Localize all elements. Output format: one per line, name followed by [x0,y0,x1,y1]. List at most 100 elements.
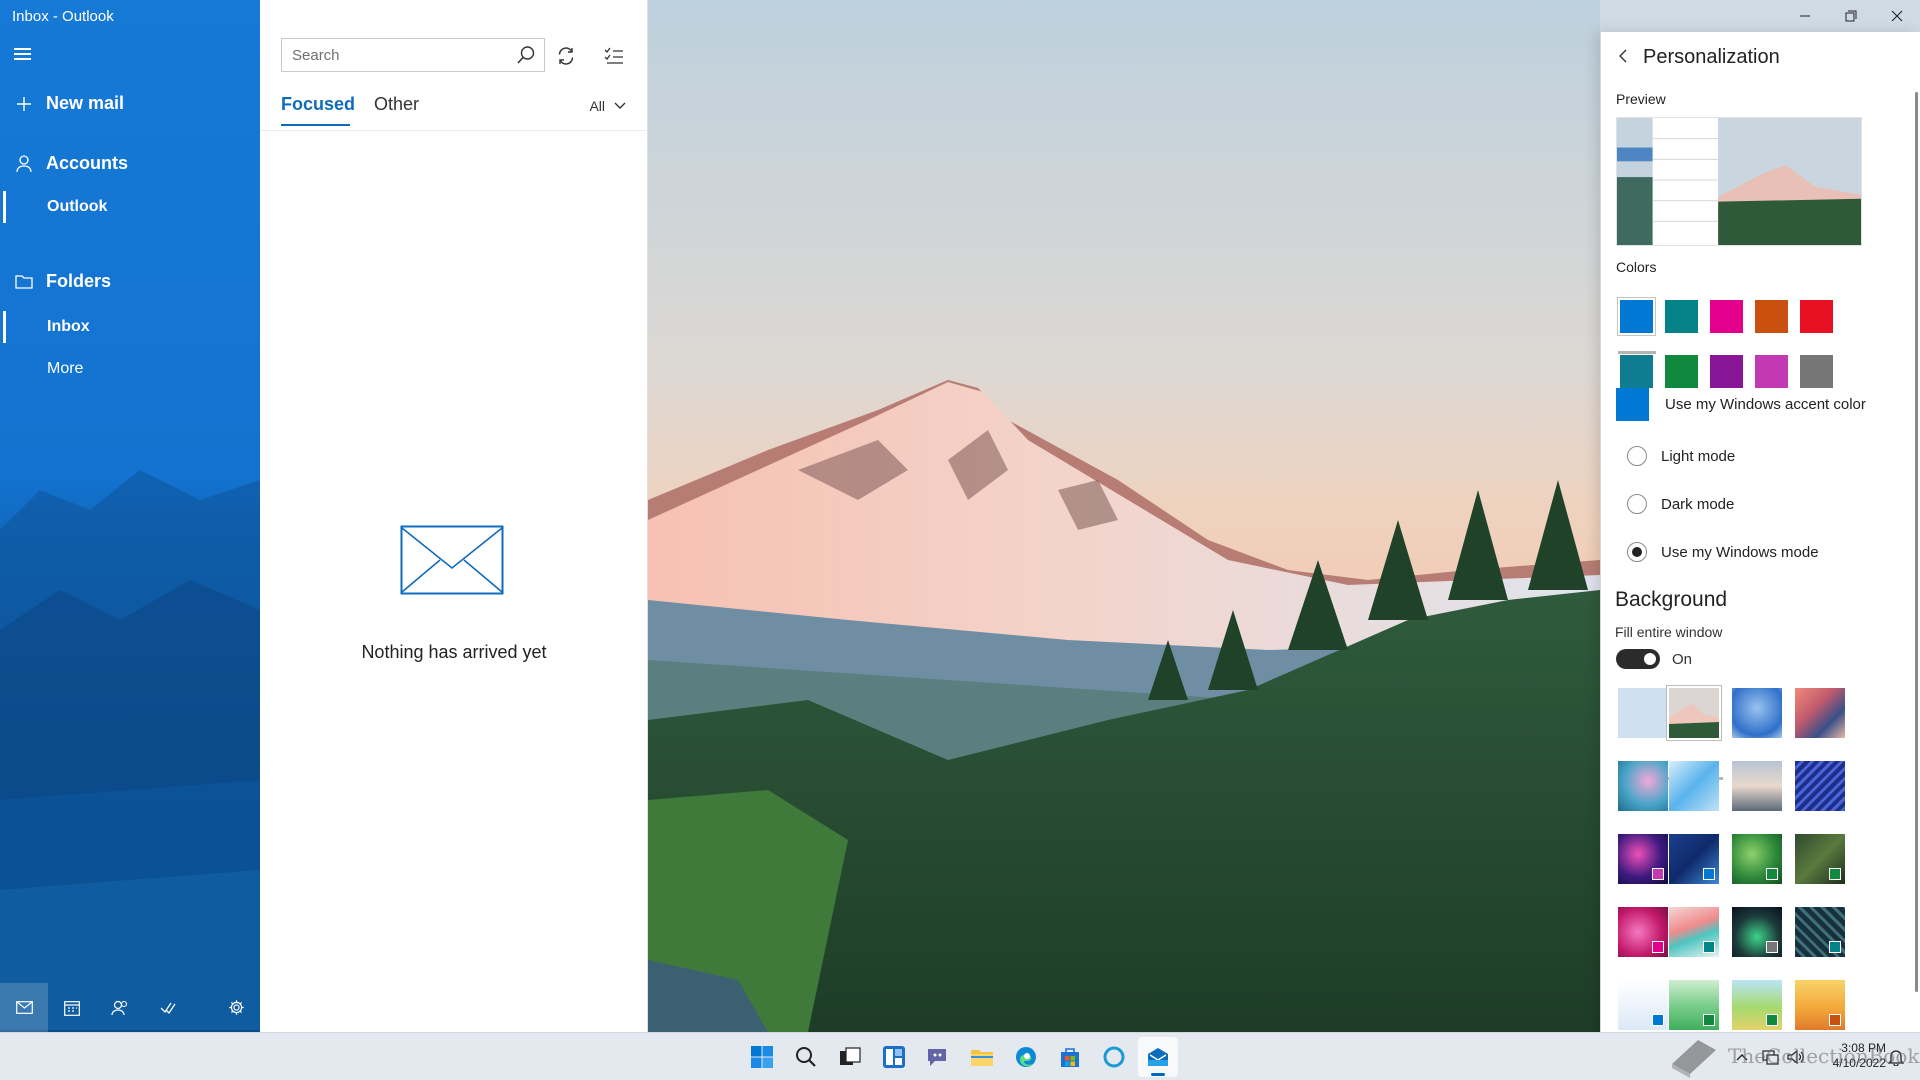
color-swatch[interactable] [1755,355,1788,388]
selection-mode-button[interactable] [600,42,628,70]
window-title: Inbox - Outlook [12,8,114,25]
background-thumbnail-green-hills[interactable] [1669,980,1719,1030]
colors-label: Colors [1616,259,1657,275]
people-switch-button[interactable] [96,983,144,1032]
light-mode-radio[interactable]: Light mode [1627,446,1735,466]
mail-switch-button[interactable] [0,983,48,1032]
widgets-button[interactable] [874,1037,914,1077]
tab-other[interactable]: Other [374,94,419,115]
background-thumbnail-aurora[interactable] [1732,907,1782,957]
more-label: More [47,360,84,377]
hamburger-line [14,58,31,60]
back-button[interactable] [1611,44,1635,68]
checklist-icon [604,47,623,64]
color-swatch[interactable] [1800,355,1833,388]
folders-header[interactable]: Folders [14,271,111,292]
color-swatch[interactable] [1618,298,1655,335]
color-swatch[interactable] [1755,300,1788,333]
file-explorer-button[interactable] [962,1037,1002,1077]
windows-mode-radio[interactable]: Use my Windows mode [1627,542,1819,562]
background-thumbnail-mountain[interactable] [1669,688,1719,738]
mail-app-button[interactable] [1138,1037,1178,1077]
close-button[interactable] [1874,0,1920,32]
background-thumbnail-dark-blue[interactable] [1669,834,1719,884]
windows-accent-color-option[interactable]: Use my Windows accent color [1616,388,1866,421]
panel-scrollbar[interactable] [1915,92,1918,992]
minimize-button[interactable] [1782,0,1828,32]
accent-mark [1652,1014,1664,1026]
close-icon [1891,10,1903,22]
task-view-icon [840,1047,861,1065]
toggle-state-label: On [1672,651,1693,668]
background-thumbnail-abstract-pink[interactable] [1618,761,1668,811]
color-swatch[interactable] [1665,300,1698,333]
panel-title: Personalization [1643,46,1780,68]
fill-window-toggle[interactable] [1616,649,1660,669]
color-swatch[interactable] [1710,355,1743,388]
background-thumbnail-spring[interactable] [1732,980,1782,1030]
search-icon [796,1047,816,1067]
background-thumbnail-neon[interactable] [1618,834,1668,884]
filter-dropdown[interactable]: All [589,98,627,114]
chevron-down-icon [614,102,626,109]
radio-button[interactable] [1627,542,1647,562]
task-view-button[interactable] [830,1037,870,1077]
background-thumbnail-winter[interactable] [1618,980,1668,1030]
sync-button[interactable] [552,42,580,70]
background-thumbnail-canyon[interactable] [1795,688,1845,738]
background-thumbnail-coral[interactable] [1669,907,1719,957]
account-item-outlook[interactable]: Outlook [0,187,260,227]
hamburger-line [14,48,31,50]
search-input[interactable]: Search [292,47,534,64]
accent-mark [1829,1014,1841,1026]
background-thumbnail-blue-waves[interactable] [1795,761,1845,811]
background-thumbnail-autumn[interactable] [1795,980,1845,1030]
color-swatch[interactable] [1665,355,1698,388]
restore-button[interactable] [1828,0,1874,32]
background-thumbnail-blue-tree[interactable] [1732,688,1782,738]
background-mountain-image [648,0,1600,1032]
store-button[interactable] [1050,1037,1090,1077]
settings-button[interactable] [212,983,260,1032]
sync-icon [558,47,574,65]
search-icon[interactable] [516,45,536,70]
folder-item-more[interactable]: More [0,349,260,389]
search-box[interactable]: Search [281,38,545,72]
accounts-header[interactable]: Accounts [14,153,128,174]
color-swatch[interactable] [1620,355,1653,388]
color-swatch[interactable] [1710,300,1743,333]
start-button[interactable] [742,1037,782,1077]
background-thumbnail-light-blue[interactable] [1669,761,1719,811]
cortana-button[interactable] [1094,1037,1134,1077]
todo-switch-button[interactable] [144,983,192,1032]
accent-option-label: Use my Windows accent color [1665,396,1866,413]
background-thumbnail-green-leaves[interactable] [1732,834,1782,884]
cortana-icon [1103,1046,1125,1068]
calendar-icon [64,1000,80,1016]
message-list-pane: Search Focused Other All Nothing has arr… [260,0,648,1032]
dark-mode-radio[interactable]: Dark mode [1627,494,1734,514]
background-thumbnail-lake[interactable] [1732,761,1782,811]
light-mode-label: Light mode [1661,447,1736,465]
new-mail-button[interactable]: New mail [14,93,124,114]
person-icon [14,154,34,174]
selection-indicator [3,311,6,343]
folder-item-inbox[interactable]: Inbox [0,307,260,347]
calendar-switch-button[interactable] [48,983,96,1032]
background-thumbnail-plain[interactable] [1618,688,1668,738]
background-thumbnail-dark-teal[interactable] [1795,907,1845,957]
hamburger-menu-button[interactable] [14,46,34,62]
restore-icon [1845,10,1857,22]
personalization-panel: Personalization Preview Colors Use my Wi… [1600,32,1920,1032]
tab-focused[interactable]: Focused [281,94,355,115]
radio-button[interactable] [1627,446,1647,466]
file-explorer-icon [971,1050,993,1066]
background-thumbnail-pink-swirl[interactable] [1618,907,1668,957]
background-thumbnail-fern[interactable] [1795,834,1845,884]
edge-button[interactable] [1006,1037,1046,1077]
taskbar-search-button[interactable] [786,1037,826,1077]
radio-button[interactable] [1627,494,1647,514]
teams-chat-button[interactable] [918,1037,958,1077]
color-swatch[interactable] [1800,300,1833,333]
accent-mark [1652,868,1664,880]
